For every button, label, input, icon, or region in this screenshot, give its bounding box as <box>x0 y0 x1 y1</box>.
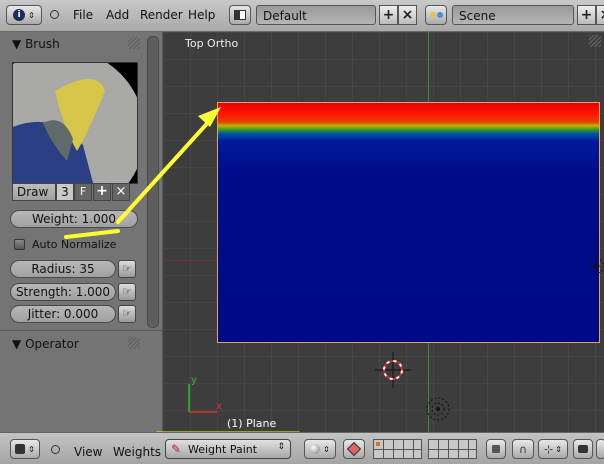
menu-view[interactable]: View <box>74 445 102 459</box>
mode-selector[interactable]: ✎ Weight Paint ⇕ <box>165 439 291 459</box>
face-selection-mask-icon[interactable] <box>343 439 365 459</box>
active-layer-dot <box>376 442 380 446</box>
mode-label: Weight Paint <box>188 443 258 456</box>
layer-lock-icon[interactable] <box>486 439 506 459</box>
render-animation-icon[interactable] <box>596 439 604 459</box>
up-down-arrow-icon: ⇕ <box>28 444 35 454</box>
annotation-underline <box>64 229 120 239</box>
editor-type-button[interactable]: ⇕ <box>10 439 40 459</box>
layer-buttons-right[interactable] <box>428 439 477 459</box>
collapse-menu-icon[interactable] <box>51 445 60 454</box>
annotation-overlay <box>64 107 300 463</box>
up-down-arrow-icon: ⇕ <box>555 444 562 454</box>
weight-paint-brush-icon: ✎ <box>171 442 182 456</box>
cube-icon <box>15 444 26 454</box>
viewport-header: ⇕ View Weights ✎ Weight Paint ⇕ ⇕ ∩ ⊹ ⇕ <box>0 432 604 464</box>
annotation-arrow-line <box>116 116 214 224</box>
layer-buttons-left[interactable] <box>373 439 422 459</box>
solid-sphere-icon <box>310 444 321 454</box>
render-camera-icon[interactable] <box>573 439 593 459</box>
up-down-arrow-icon: ⇕ <box>323 444 330 454</box>
up-down-arrow-icon: ⇕ <box>277 442 285 452</box>
menu-weights[interactable]: Weights <box>113 445 161 459</box>
annotation-arrow-head <box>198 107 221 127</box>
viewport-shading-button[interactable]: ⇕ <box>304 439 336 459</box>
snap-magnet-icon[interactable]: ∩ <box>512 439 534 459</box>
snap-element-icon[interactable]: ⊹ ⇕ <box>538 439 568 459</box>
